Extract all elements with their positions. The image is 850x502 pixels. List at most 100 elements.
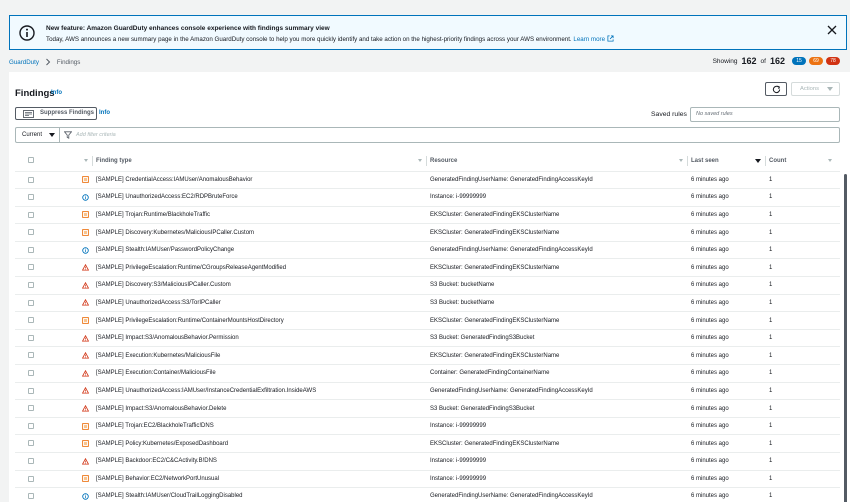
low-severity-badge[interactable]: 15 bbox=[792, 57, 806, 65]
table-row[interactable]: [SAMPLE] PrivilegeEscalation:Runtime/Con… bbox=[15, 312, 840, 330]
count-cell: 1 bbox=[769, 370, 773, 377]
finding-type-cell[interactable]: [SAMPLE] UnauthorizedAccess:S3/TorIPCall… bbox=[96, 294, 430, 312]
row-checkbox[interactable] bbox=[28, 317, 34, 324]
caret-down-icon bbox=[827, 87, 833, 91]
count-column-header[interactable]: Count bbox=[765, 151, 840, 172]
row-checkbox[interactable] bbox=[28, 475, 34, 482]
finding-type-cell[interactable]: [SAMPLE] Stealth:IAMUser/CloudTrailLoggi… bbox=[96, 488, 430, 502]
count-cell: 1 bbox=[769, 475, 773, 482]
row-checkbox[interactable] bbox=[28, 299, 34, 306]
count-cell: 1 bbox=[769, 405, 773, 412]
table-row[interactable]: [SAMPLE] Policy:Kubernetes/ExposedDashbo… bbox=[15, 435, 840, 453]
resource-column-header[interactable]: Resource bbox=[426, 151, 691, 172]
finding-type-cell[interactable]: [SAMPLE] PrivilegeEscalation:Runtime/Con… bbox=[96, 312, 430, 330]
finding-status-select[interactable]: Current bbox=[16, 128, 60, 142]
suppress-findings-button[interactable]: Suppress Findings bbox=[15, 107, 97, 120]
finding-type-cell[interactable]: [SAMPLE] Impact:S3/AnomalousBehavior.Per… bbox=[96, 329, 430, 347]
breadcrumb-findings: Findings bbox=[56, 58, 81, 66]
table-row[interactable]: [SAMPLE] UnauthorizedAccess:IAMUser/Inst… bbox=[15, 382, 840, 400]
finding-type-column-header[interactable]: Finding type bbox=[92, 151, 430, 172]
resource-cell: S3 Bucket: GeneratedFindingS3Bucket bbox=[430, 335, 535, 342]
finding-type-cell[interactable]: [SAMPLE] Discovery:S3/MaliciousIPCaller.… bbox=[96, 277, 430, 295]
finding-type-cell[interactable]: [SAMPLE] Policy:Kubernetes/ExposedDashbo… bbox=[96, 435, 430, 453]
row-select-cell bbox=[15, 224, 42, 242]
finding-type-cell[interactable]: [SAMPLE] Stealth:IAMUser/PasswordPolicyC… bbox=[96, 241, 430, 259]
finding-type-cell[interactable]: [SAMPLE] UnauthorizedAccess:IAMUser/Inst… bbox=[96, 382, 430, 400]
row-checkbox[interactable] bbox=[28, 493, 34, 500]
table-row[interactable]: [SAMPLE] Discovery:Kubernetes/MaliciousI… bbox=[15, 224, 840, 242]
actions-label: Actions bbox=[800, 86, 820, 92]
table-row[interactable]: [SAMPLE] Stealth:IAMUser/PasswordPolicyC… bbox=[15, 241, 840, 259]
actions-dropdown[interactable]: Actions bbox=[791, 82, 840, 96]
row-checkbox[interactable] bbox=[28, 229, 34, 236]
table-row[interactable]: [SAMPLE] Discovery:S3/MaliciousIPCaller.… bbox=[15, 277, 840, 295]
finding-type-cell[interactable]: [SAMPLE] Behavior:EC2/NetworkPortUnusual bbox=[96, 470, 430, 488]
table-row[interactable]: [SAMPLE] Impact:S3/AnomalousBehavior.Per… bbox=[15, 329, 840, 347]
table-row[interactable]: [SAMPLE] Stealth:IAMUser/CloudTrailLoggi… bbox=[15, 488, 840, 502]
table-row[interactable]: [SAMPLE] Execution:Kubernetes/MaliciousF… bbox=[15, 347, 840, 365]
table-row[interactable]: [SAMPLE] Trojan:EC2/BlackholeTraffic!DNS… bbox=[15, 417, 840, 435]
row-checkbox[interactable] bbox=[28, 282, 34, 289]
row-checkbox[interactable] bbox=[28, 370, 34, 377]
last-seen-cell: 6 minutes ago bbox=[691, 247, 729, 254]
table-row[interactable]: [SAMPLE] UnauthorizedAccess:S3/TorIPCall… bbox=[15, 294, 840, 312]
filter-criteria-input[interactable]: Add filter criteria bbox=[76, 128, 116, 142]
findings-table: Finding type Resource Last seen Count [S… bbox=[15, 151, 840, 502]
table-row[interactable]: [SAMPLE] Execution:Container/MaliciousFi… bbox=[15, 365, 840, 383]
learn-more-link[interactable]: Learn more bbox=[573, 35, 614, 43]
medium-severity-badge[interactable]: 69 bbox=[809, 57, 823, 65]
saved-rules-select[interactable]: No saved rules bbox=[690, 107, 840, 122]
resource-cell: Instance: i-99999999 bbox=[430, 423, 487, 430]
count-cell: 1 bbox=[769, 423, 773, 430]
last-seen-cell: 6 minutes ago bbox=[691, 194, 729, 201]
row-checkbox[interactable] bbox=[28, 387, 34, 394]
finding-type-cell[interactable]: [SAMPLE] Discovery:Kubernetes/MaliciousI… bbox=[96, 224, 430, 242]
row-checkbox[interactable] bbox=[28, 176, 34, 183]
finding-type-cell[interactable]: [SAMPLE] Execution:Container/MaliciousFi… bbox=[96, 365, 430, 383]
row-checkbox[interactable] bbox=[28, 352, 34, 359]
finding-type-cell[interactable]: [SAMPLE] CredentialAccess:IAMUser/Anomal… bbox=[96, 171, 430, 189]
breadcrumb-guardduty[interactable]: GuardDuty bbox=[9, 59, 39, 66]
table-row[interactable]: [SAMPLE] Behavior:EC2/NetworkPortUnusual… bbox=[15, 470, 840, 488]
learn-more-label: Learn more bbox=[573, 36, 606, 43]
finding-type-cell[interactable]: [SAMPLE] Execution:Kubernetes/MaliciousF… bbox=[96, 347, 430, 365]
row-checkbox[interactable] bbox=[28, 211, 34, 218]
refresh-button[interactable] bbox=[765, 82, 787, 96]
table-row[interactable]: [SAMPLE] Backdoor:EC2/C&CActivity.B!DNS I… bbox=[15, 453, 840, 471]
count-cell: 1 bbox=[769, 299, 773, 306]
row-checkbox[interactable] bbox=[28, 405, 34, 412]
severity-column-header[interactable] bbox=[42, 151, 96, 172]
high-severity-icon bbox=[82, 299, 89, 306]
table-scrollbar[interactable] bbox=[844, 174, 847, 502]
finding-type-cell[interactable]: [SAMPLE] Trojan:Runtime/BlackholeTraffic bbox=[96, 206, 430, 224]
finding-type-cell[interactable]: [SAMPLE] PrivilegeEscalation:Runtime/CGr… bbox=[96, 259, 430, 277]
row-checkbox[interactable] bbox=[28, 264, 34, 271]
table-row[interactable]: [SAMPLE] CredentialAccess:IAMUser/Anomal… bbox=[15, 171, 840, 189]
table-row[interactable]: [SAMPLE] Impact:S3/AnomalousBehavior.Del… bbox=[15, 400, 840, 418]
finding-type-cell[interactable]: [SAMPLE] Impact:S3/AnomalousBehavior.Del… bbox=[96, 400, 430, 418]
table-row[interactable]: [SAMPLE] Trojan:Runtime/BlackholeTraffic… bbox=[15, 206, 840, 224]
high-severity-badge[interactable]: 78 bbox=[826, 57, 840, 65]
suppress-info-link[interactable]: Info bbox=[99, 110, 110, 116]
row-checkbox[interactable] bbox=[28, 334, 34, 341]
findings-info-link[interactable]: Info bbox=[51, 90, 62, 96]
row-checkbox[interactable] bbox=[28, 422, 34, 429]
resource-cell: Instance: i-99999999 bbox=[430, 458, 487, 465]
finding-type-cell[interactable]: [SAMPLE] Backdoor:EC2/C&CActivity.B!DNS bbox=[96, 453, 430, 471]
finding-type-cell[interactable]: [SAMPLE] Trojan:EC2/BlackholeTraffic!DNS bbox=[96, 417, 430, 435]
finding-type-cell[interactable]: [SAMPLE] UnauthorizedAccess:EC2/RDPBrute… bbox=[96, 189, 430, 207]
row-checkbox[interactable] bbox=[28, 194, 34, 201]
select-all-checkbox[interactable] bbox=[28, 157, 34, 164]
resource-cell: EKSCluster: GeneratedFindingEKSClusterNa… bbox=[430, 440, 560, 447]
row-select-cell bbox=[15, 241, 42, 259]
last-seen-column-header[interactable]: Last seen bbox=[687, 151, 769, 172]
row-checkbox[interactable] bbox=[28, 440, 34, 447]
row-checkbox[interactable] bbox=[28, 458, 34, 464]
resource-cell: EKSCluster: GeneratedFindingEKSClusterNa… bbox=[430, 264, 560, 271]
row-checkbox[interactable] bbox=[28, 246, 34, 253]
close-icon[interactable] bbox=[826, 24, 838, 36]
last-seen-cell: 6 minutes ago bbox=[691, 458, 729, 465]
table-row[interactable]: [SAMPLE] UnauthorizedAccess:EC2/RDPBrute… bbox=[15, 189, 840, 207]
row-select-cell bbox=[15, 206, 42, 224]
table-row[interactable]: [SAMPLE] PrivilegeEscalation:Runtime/CGr… bbox=[15, 259, 840, 277]
